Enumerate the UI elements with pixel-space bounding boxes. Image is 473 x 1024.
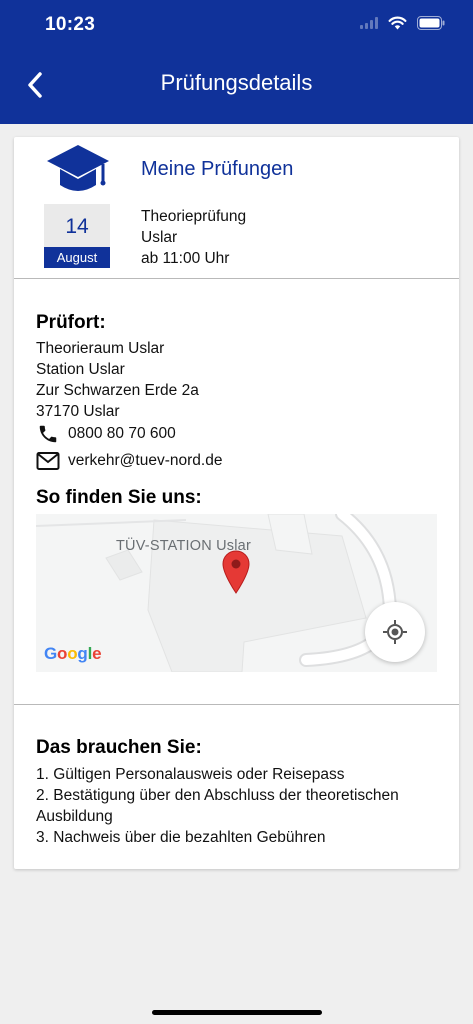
exam-info: Theorieprüfung Uslar ab 11:00 Uhr	[141, 206, 246, 269]
battery-icon	[417, 16, 445, 30]
graduation-cap-icon	[47, 145, 109, 191]
map-view[interactable]: TÜV-STATION Uslar Google	[36, 514, 437, 672]
exam-city: Uslar	[141, 229, 178, 246]
exam-details-card: 14 August Meine Prüfungen Theorieprüfung…	[14, 137, 459, 869]
map-heading: So finden Sie uns:	[36, 487, 202, 508]
status-icons	[360, 16, 445, 30]
address-room: Theorieraum Uslar	[36, 340, 165, 357]
exam-day: 14	[65, 215, 89, 238]
address-block: Theorieraum Uslar Station Uslar Zur Schw…	[36, 338, 199, 422]
status-time: 10:23	[45, 14, 96, 35]
location-heading: Prüfort:	[36, 312, 106, 333]
phone-link[interactable]: 0800 80 70 600	[36, 422, 176, 446]
app-header: 10:23 Prüfungsdetails	[0, 0, 473, 124]
list-item: 2. Bestätigung über den Abschluss der th…	[36, 787, 399, 825]
phone-number: 0800 80 70 600	[68, 425, 176, 442]
list-item: 3. Nachweis über die bezahlten Gebühren	[36, 829, 326, 846]
address-zip-city: 37170 Uslar	[36, 403, 120, 420]
phone-icon	[36, 422, 60, 446]
divider	[14, 278, 459, 279]
address-street: Zur Schwarzen Erde 2a	[36, 382, 199, 399]
exam-type: Theorieprüfung	[141, 208, 247, 225]
mail-icon	[36, 449, 60, 473]
exam-date: 14 August	[44, 204, 110, 268]
locate-icon	[383, 620, 407, 644]
my-location-button[interactable]	[365, 602, 425, 662]
section-title: Meine Prüfungen	[141, 158, 294, 180]
address-station: Station Uslar	[36, 361, 125, 378]
google-logo: Google	[44, 644, 102, 663]
signal-icon	[360, 17, 378, 29]
exam-time: ab 11:00 Uhr	[141, 250, 230, 267]
email-address: verkehr@tuev-nord.de	[68, 452, 223, 469]
wifi-icon	[388, 16, 407, 30]
requirements-heading: Das brauchen Sie:	[36, 737, 202, 758]
page-title: Prüfungsdetails	[160, 70, 313, 95]
list-item: 1. Gültigen Personalausweis oder Reisepa…	[36, 766, 345, 783]
exam-month: August	[44, 247, 110, 268]
email-link[interactable]: verkehr@tuev-nord.de	[36, 449, 222, 473]
divider	[14, 704, 459, 705]
requirements-list: 1. Gültigen Personalausweis oder Reisepa…	[36, 764, 436, 848]
home-indicator[interactable]	[152, 1010, 322, 1015]
map-pin-icon[interactable]	[222, 550, 250, 594]
